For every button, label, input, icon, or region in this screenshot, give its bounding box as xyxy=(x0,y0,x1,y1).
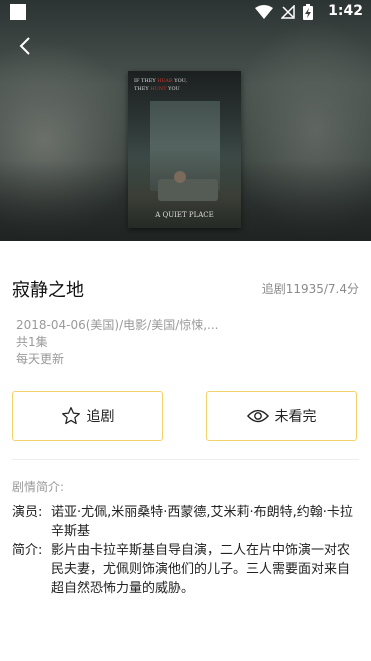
follow-label: 追剧 xyxy=(86,409,115,425)
cast-row: 演员: 诺亚·尤佩,米丽桑特·西蒙德,艾米莉·布朗特,约翰·卡拉辛斯基 xyxy=(12,503,357,541)
battery-charging-icon xyxy=(303,4,313,20)
poster-title: A QUIET PLACE xyxy=(155,211,214,219)
summary-label: 简介: xyxy=(12,543,43,558)
follow-count-rating: 追剧11935/7.4分 xyxy=(261,282,359,296)
title-row: 寂静之地 追剧11935/7.4分 xyxy=(12,276,359,302)
status-bar: 1:42 xyxy=(0,0,371,24)
release-info: 2018-04-06(美国)/电影/美国/惊悚,... xyxy=(16,318,219,332)
summary-value: 影片由卡拉辛斯基自导自演，二人在片中饰演一对农民夫妻，尤佩则饰演他们的儿子。三人… xyxy=(51,543,351,596)
hero-backdrop: 1:42 IF THEY HEAR YOU, THEY HUNT YOU A Q… xyxy=(0,0,371,241)
unwatched-button[interactable]: 未看完 xyxy=(206,391,357,441)
wifi-icon xyxy=(255,5,273,19)
star-icon xyxy=(61,407,80,425)
episode-count: 共1集 xyxy=(16,335,48,349)
eye-icon xyxy=(246,409,269,423)
cast-value: 诺亚·尤佩,米丽桑特·西蒙德,艾米莉·布朗特,约翰·卡拉辛斯基 xyxy=(51,505,353,539)
unwatched-label: 未看完 xyxy=(274,409,317,425)
synopsis-heading: 剧情简介: xyxy=(12,480,65,494)
cast-label: 演员: xyxy=(12,505,43,520)
poster-tagline: IF THEY HEAR YOU, THEY HUNT YOU xyxy=(134,78,188,92)
movie-info: 2018-04-06(美国)/电影/美国/惊悚,... 共1集 每天更新 xyxy=(16,317,219,368)
update-frequency: 每天更新 xyxy=(16,352,65,366)
notification-icon xyxy=(10,4,26,20)
status-time: 1:42 xyxy=(328,3,363,19)
arrow-left-icon[interactable] xyxy=(14,34,38,58)
page-title: 寂静之地 xyxy=(12,280,84,301)
poster-image: IF THEY HEAR YOU, THEY HUNT YOU A QUIET … xyxy=(128,71,241,228)
summary-row: 简介: 影片由卡拉辛斯基自导自演，二人在片中饰演一对农民夫妻，尤佩则饰演他们的儿… xyxy=(12,541,357,598)
follow-button[interactable]: 追剧 xyxy=(12,391,163,441)
divider xyxy=(12,459,359,460)
no-signal-icon xyxy=(281,5,295,19)
